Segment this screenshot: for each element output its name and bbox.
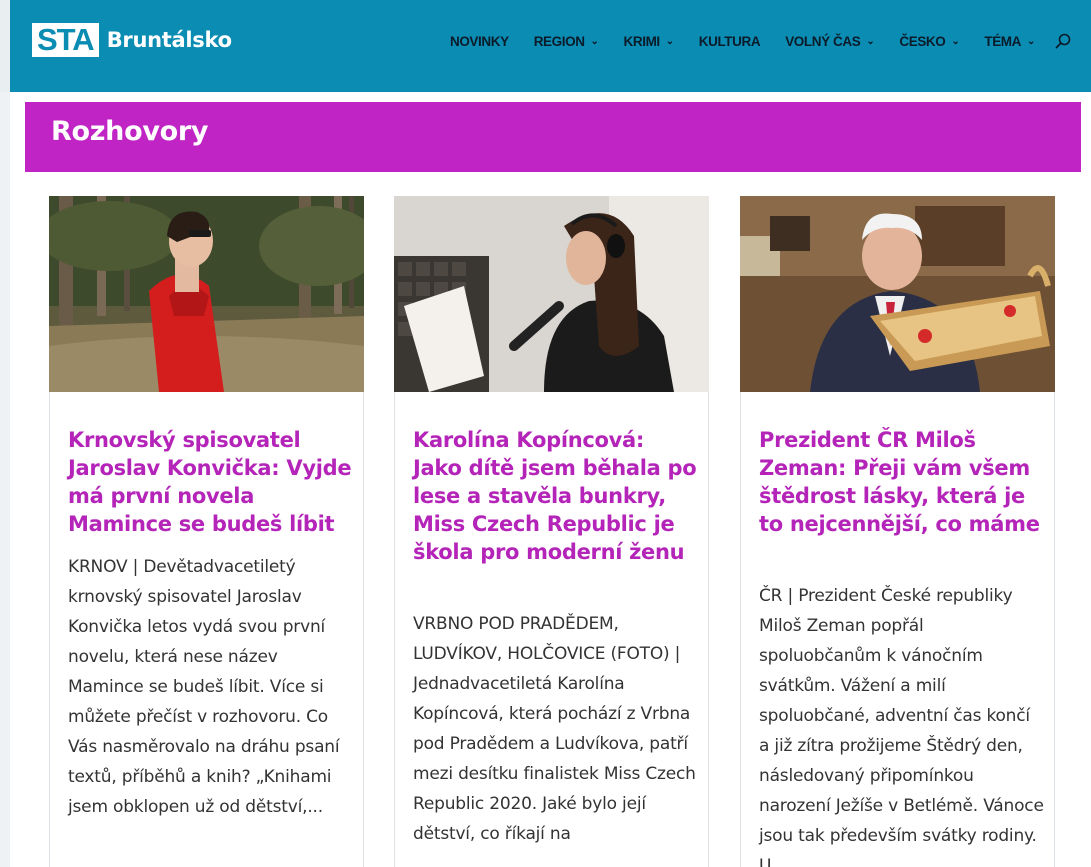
logo-text: Bruntálsko — [106, 28, 232, 52]
nav-label: NOVINKY — [449, 33, 509, 49]
page-content: Rozhovory Krnovský spisovatel Jaroslav K… — [10, 92, 1091, 867]
chevron-down-icon: ⌄ — [1027, 35, 1035, 47]
site-header: STA Bruntálsko NOVINKY REGION ⌄ KRIMI ⌄ … — [0, 0, 1091, 92]
frame-edge — [0, 0, 10, 92]
article-title[interactable]: Karolína Kopíncová: Jako dítě jsem běhal… — [413, 426, 698, 566]
article-card: Karolína Kopíncová: Jako dítě jsem běhal… — [394, 196, 709, 867]
nav-item-kultura[interactable]: KULTURA — [698, 33, 761, 49]
section-title: Rozhovory — [51, 116, 209, 147]
article-image[interactable] — [394, 196, 709, 392]
chevron-down-icon: ⌄ — [665, 35, 674, 47]
article-image[interactable] — [740, 196, 1055, 392]
logo-mark: STA — [32, 23, 99, 57]
nav-item-cesko[interactable]: ČESKO ⌄ — [899, 34, 959, 49]
nav-item-region[interactable]: REGION ⌄ — [534, 34, 599, 49]
nav-label: KRIMI — [623, 33, 661, 49]
chevron-down-icon: ⌄ — [590, 35, 599, 47]
article-title[interactable]: Prezident ČR Miloš Zeman: Přeji vám všem… — [759, 426, 1044, 538]
nav-item-krimi[interactable]: KRIMI ⌄ — [623, 33, 675, 49]
nav-item-volny-cas[interactable]: VOLNÝ ČAS ⌄ — [785, 33, 875, 49]
main-nav: NOVINKY REGION ⌄ KRIMI ⌄ KULTURA VOLNÝ Č… — [425, 30, 1071, 52]
section-header: Rozhovory — [25, 102, 1081, 172]
nav-item-tema[interactable]: TÉMA ⌄ — [984, 34, 1035, 49]
article-title[interactable]: Krnovský spisovatel Jaroslav Konvička: V… — [68, 426, 353, 538]
site-logo[interactable]: STA Bruntálsko — [32, 23, 232, 57]
article-card: Prezident ČR Miloš Zeman: Přeji vám všem… — [740, 196, 1055, 867]
nav-label: REGION — [533, 33, 585, 49]
article-excerpt: ČR | Prezident České republiky Miloš Zem… — [759, 586, 1044, 867]
chevron-down-icon: ⌄ — [951, 35, 960, 47]
nav-label: KULTURA — [698, 33, 761, 49]
nav-label: ČESKO — [899, 33, 946, 49]
article-excerpt: KRNOV | Devětadvacetiletý krnovský spiso… — [68, 557, 340, 817]
chevron-down-icon: ⌄ — [866, 35, 875, 47]
search-icon[interactable] — [1055, 33, 1071, 49]
article-image[interactable] — [49, 196, 364, 392]
nav-item-novinky[interactable]: NOVINKY — [450, 34, 509, 49]
article-card: Krnovský spisovatel Jaroslav Konvička: V… — [49, 196, 364, 867]
article-excerpt: VRBNO POD PRADĚDEM, LUDVÍKOV, HOLČOVICE … — [413, 614, 696, 844]
nav-label: VOLNÝ ČAS — [785, 33, 861, 49]
nav-label: TÉMA — [984, 33, 1022, 49]
